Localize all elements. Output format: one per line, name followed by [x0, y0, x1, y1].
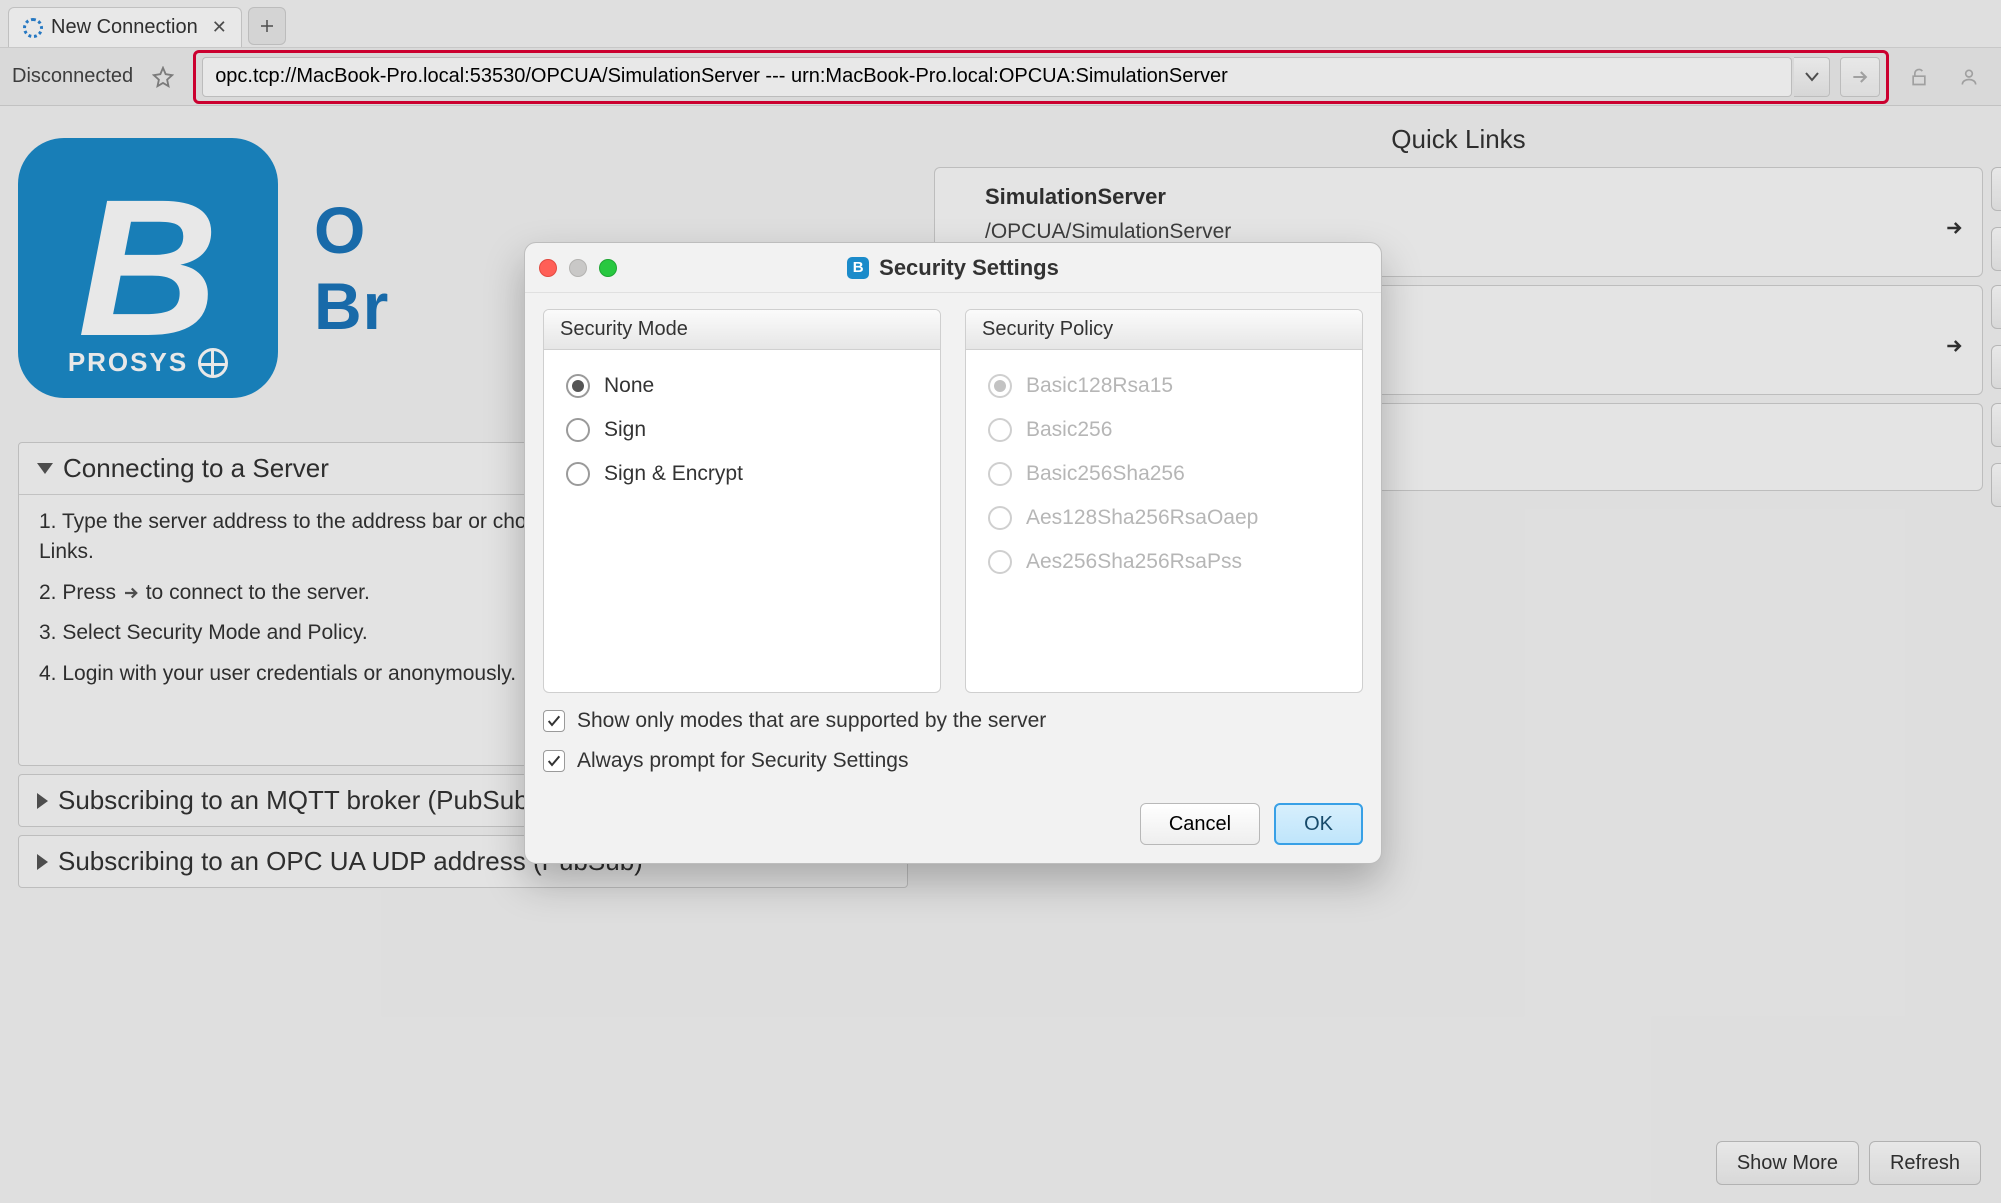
accordion-title: Connecting to a Server: [63, 453, 329, 484]
user-icon: [1959, 67, 1979, 87]
quicklink-remove-button[interactable]: [1991, 345, 2001, 389]
radio-label: Aes128Sha256RsaOaep: [1026, 506, 1258, 530]
quicklink-star-button[interactable]: [1991, 285, 2001, 329]
window-close-button[interactable]: [539, 259, 557, 277]
radio-label: Aes256Sha256RsaPss: [1026, 550, 1242, 574]
security-policy-option: Basic128Rsa15: [984, 364, 1344, 408]
security-mode-panel: Security Mode None Sign Sign & Encrypt: [543, 309, 941, 693]
security-mode-option[interactable]: Sign: [562, 408, 922, 452]
quicklink-star-button[interactable]: [1991, 403, 2001, 447]
dialog-titlebar: B Security Settings: [525, 243, 1381, 293]
connect-button[interactable]: [1840, 57, 1880, 97]
show-more-button[interactable]: Show More: [1716, 1141, 1859, 1185]
security-lock-button[interactable]: [1899, 57, 1939, 97]
radio-label: Sign & Encrypt: [604, 462, 743, 486]
ok-button[interactable]: OK: [1274, 803, 1363, 845]
quicklink-name: SimulationServer: [985, 184, 1964, 210]
window-zoom-button[interactable]: [599, 259, 617, 277]
radio-label: Basic256Sha256: [1026, 462, 1185, 486]
address-highlight: [193, 50, 1889, 104]
radio-icon: [988, 418, 1012, 442]
window-minimize-button[interactable]: [569, 259, 587, 277]
radio-label: None: [604, 374, 654, 398]
arrow-right-icon: [122, 584, 140, 602]
lock-open-icon: [1909, 67, 1929, 87]
radio-label: Sign: [604, 418, 646, 442]
arrow-right-icon: [1942, 336, 1966, 362]
radio-icon: [988, 550, 1012, 574]
accordion-title: Subscribing to an MQTT broker (PubSub): [58, 785, 537, 816]
tab-new-connection[interactable]: New Connection ✕: [8, 7, 242, 47]
cancel-button[interactable]: Cancel: [1140, 803, 1260, 845]
hero-text: O Br: [314, 192, 389, 344]
user-button[interactable]: [1949, 57, 1989, 97]
panel-header: Security Mode: [544, 310, 940, 350]
address-dropdown-button[interactable]: [1794, 57, 1830, 97]
caret-right-icon: [37, 854, 48, 870]
plus-icon: [258, 17, 276, 35]
radio-icon: [988, 374, 1012, 398]
quicklink-star-button[interactable]: [1991, 167, 2001, 211]
security-policy-option: Aes256Sha256RsaPss: [984, 540, 1344, 584]
connection-status: Disconnected: [12, 65, 133, 88]
radio-label: Basic128Rsa15: [1026, 374, 1173, 398]
refresh-button[interactable]: Refresh: [1869, 1141, 1981, 1185]
globe-icon: [198, 348, 228, 378]
radio-icon: [566, 462, 590, 486]
checkbox-icon: [543, 710, 565, 732]
address-input[interactable]: [202, 57, 1792, 97]
caret-right-icon: [37, 793, 48, 809]
tab-strip: New Connection ✕: [0, 0, 2001, 48]
radio-icon: [566, 418, 590, 442]
security-policy-panel: Security Policy Basic128Rsa15 Basic256 Bas…: [965, 309, 1363, 693]
quicklink-url: /OPCUA/SimulationServer: [985, 220, 1964, 244]
security-mode-option[interactable]: Sign & Encrypt: [562, 452, 922, 496]
quicklink-remove-button[interactable]: [1991, 227, 2001, 271]
dialog-title: Security Settings: [879, 255, 1059, 281]
app-logo-tile: B PROSYS: [18, 138, 278, 398]
loading-spinner-icon: [23, 18, 43, 38]
radio-label: Basic256: [1026, 418, 1112, 442]
arrow-right-icon: [1850, 67, 1870, 87]
app-icon: B: [847, 257, 869, 279]
chevron-down-icon: [1805, 72, 1819, 82]
arrow-right-icon: [1942, 218, 1966, 244]
checkbox-supported-only[interactable]: Show only modes that are supported by th…: [543, 709, 1363, 733]
quicklinks-title: Quick Links: [934, 124, 1983, 155]
caret-down-icon: [37, 463, 53, 474]
checkbox-label: Show only modes that are supported by th…: [577, 709, 1046, 733]
quicklink-remove-button[interactable]: [1991, 463, 2001, 507]
panel-header: Security Policy: [966, 310, 1362, 350]
new-tab-button[interactable]: [248, 7, 286, 45]
favorite-star-button[interactable]: [143, 57, 183, 97]
checkbox-always-prompt[interactable]: Always prompt for Security Settings: [543, 749, 1363, 773]
address-bar: Disconnected: [0, 48, 2001, 106]
radio-icon: [988, 462, 1012, 486]
close-icon[interactable]: ✕: [212, 17, 227, 38]
tab-label: New Connection: [51, 16, 198, 39]
radio-icon: [988, 506, 1012, 530]
checkbox-label: Always prompt for Security Settings: [577, 749, 908, 773]
security-policy-option: Aes128Sha256RsaOaep: [984, 496, 1344, 540]
security-mode-option[interactable]: None: [562, 364, 922, 408]
security-policy-option: Basic256: [984, 408, 1344, 452]
security-settings-dialog: B Security Settings Security Mode None Si…: [524, 242, 1382, 864]
radio-icon: [566, 374, 590, 398]
checkbox-icon: [543, 750, 565, 772]
security-policy-option: Basic256Sha256: [984, 452, 1344, 496]
